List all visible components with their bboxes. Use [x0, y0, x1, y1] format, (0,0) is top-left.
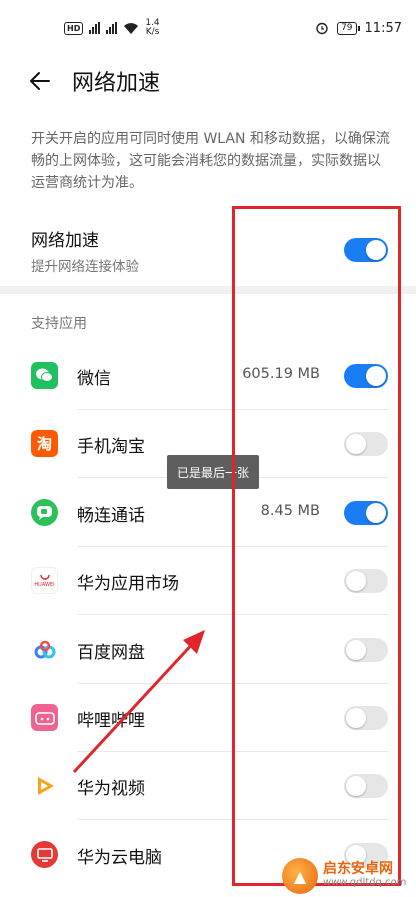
- app-usage: 605.19 MB: [242, 366, 320, 382]
- description-text: 开关开启的应用可同时使用 WLAN 和移动数据，以确保流畅的上网体验，这可能会消…: [31, 131, 390, 191]
- app-name: 华为应用市场: [77, 574, 179, 594]
- toast-message: 已是最后一张: [167, 455, 259, 489]
- cloud-pc-icon: [31, 841, 58, 868]
- app-name: 华为云电脑: [77, 848, 162, 868]
- master-title: 网络加速: [31, 231, 99, 251]
- app-toggle[interactable]: [344, 638, 388, 662]
- app-row-huawei-video[interactable]: 华为视频: [0, 752, 416, 820]
- app-name: 畅连通话: [77, 506, 145, 526]
- status-left: HD 1.4 K/s: [64, 19, 160, 37]
- app-row-wechat[interactable]: 微信 605.19 MB: [0, 342, 416, 410]
- back-arrow-icon[interactable]: [0, 56, 58, 106]
- section-label: 支持应用: [31, 316, 87, 332]
- master-subtitle: 提升网络连接体验: [31, 259, 139, 275]
- taobao-icon: 淘: [31, 430, 58, 457]
- app-toggle[interactable]: [344, 706, 388, 730]
- app-name: 百度网盘: [77, 643, 145, 663]
- watermark-text: 启东安卓网 www.qdltdq.com: [323, 862, 406, 890]
- toggle-knob: [366, 240, 386, 260]
- toggle-knob: [346, 640, 366, 660]
- header: 网络加速: [0, 56, 416, 106]
- toggle-knob: [346, 708, 366, 728]
- battery-icon: 79: [337, 21, 361, 35]
- alarm-icon: [316, 22, 328, 35]
- bilibili-icon: [31, 704, 58, 731]
- section-divider: [0, 286, 416, 294]
- net-speed: 1.4 K/s: [145, 19, 159, 37]
- signal-icon: [89, 22, 101, 34]
- watermark-url: www.qdltdq.com: [323, 877, 407, 888]
- wifi-icon: [124, 22, 139, 34]
- app-toggle[interactable]: [344, 501, 388, 525]
- app-usage: 8.45 MB: [260, 503, 320, 519]
- app-name: 华为视频: [77, 779, 145, 799]
- master-toggle[interactable]: [344, 238, 388, 262]
- status-time: 11:57: [364, 20, 402, 36]
- page-title: 网络加速: [72, 71, 161, 96]
- hd-badge: HD: [64, 21, 84, 35]
- huawei-video-icon: [31, 772, 58, 799]
- watermark-logo-icon: ▲: [282, 858, 318, 894]
- status-right: 79 11:57: [315, 21, 402, 36]
- toggle-knob: [346, 776, 366, 796]
- meetime-icon: [31, 499, 58, 526]
- app-toggle[interactable]: [344, 569, 388, 593]
- wechat-icon: [31, 362, 58, 389]
- app-row-baidu-netdisk[interactable]: 百度网盘: [0, 616, 416, 684]
- app-name: 手机淘宝: [77, 437, 145, 457]
- toggle-knob: [346, 571, 366, 591]
- baidu-netdisk-icon: [31, 636, 58, 663]
- toggle-knob: [366, 366, 386, 386]
- signal-icon-2: [106, 22, 118, 34]
- appgallery-glyph: HUAWEI: [34, 581, 55, 588]
- app-toggle[interactable]: [344, 774, 388, 798]
- watermark: ▲ 启东安卓网 www.qdltdq.com: [282, 856, 416, 896]
- app-row-bilibili[interactable]: 哔哩哔哩: [0, 684, 416, 752]
- toggle-knob: [346, 434, 366, 454]
- net-speed-unit: K/s: [145, 27, 160, 37]
- app-name: 哔哩哔哩: [77, 711, 145, 731]
- watermark-title: 启东安卓网: [323, 861, 393, 877]
- app-toggle[interactable]: [344, 364, 388, 388]
- app-name: 微信: [77, 369, 111, 389]
- app-row-appgallery[interactable]: HUAWEI 华为应用市场: [0, 547, 416, 615]
- app-toggle[interactable]: [344, 432, 388, 456]
- toggle-knob: [366, 503, 386, 523]
- app-row-meetime[interactable]: 畅连通话 8.45 MB: [0, 479, 416, 547]
- status-bar: HD 1.4 K/s 79 11:57: [0, 0, 416, 56]
- network-acceleration-row[interactable]: 网络加速 提升网络连接体验: [0, 220, 416, 282]
- appgallery-icon: HUAWEI: [31, 567, 58, 594]
- row-divider: [77, 614, 388, 615]
- row-divider: [77, 819, 388, 820]
